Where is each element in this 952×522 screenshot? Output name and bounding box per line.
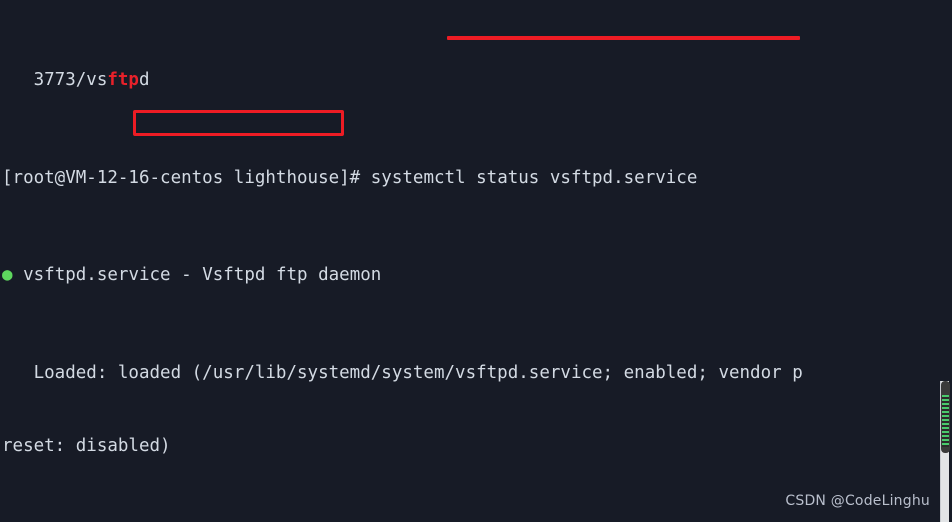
scrollbar-thumb-grip-icon xyxy=(942,395,949,447)
status-dot-icon: ● xyxy=(2,265,13,286)
scrollbar-thumb[interactable] xyxy=(941,381,950,453)
scrollback-text-suffix: d xyxy=(138,70,150,91)
entered-command: systemctl status vsftpd.service xyxy=(370,167,698,188)
terminal-line-loaded: Loaded: loaded (/usr/lib/systemd/system/… xyxy=(2,363,803,384)
terminal-line-scrollback-partial: 3773/vsftpd xyxy=(0,68,952,92)
annotation-underline-command xyxy=(447,36,800,40)
terminal-line-loaded-wrap: reset: disabled) xyxy=(2,436,171,457)
shell-prompt: [root@VM-12-16-centos lighthouse]# xyxy=(2,167,371,188)
scrollback-text-prefix: 3773/vs xyxy=(2,70,108,91)
unit-description: vsftpd.service - Vsftpd ftp daemon xyxy=(12,265,382,286)
watermark-text: CSDN @CodeLinghu xyxy=(785,492,930,509)
terminal-line-command-prompt: [root@VM-12-16-centos lighthouse]# syste… xyxy=(0,166,952,190)
scrollback-text-highlight: ftp xyxy=(107,70,139,91)
vertical-scrollbar[interactable] xyxy=(940,381,950,522)
terminal-line-unit-header: ● vsftpd.service - Vsftpd ftp daemon xyxy=(0,263,952,287)
terminal-screen: 3773/vsftpd [root@VM-12-16-centos lighth… xyxy=(0,0,952,522)
terminal-window[interactable]: 3773/vsftpd [root@VM-12-16-centos lighth… xyxy=(0,0,952,522)
